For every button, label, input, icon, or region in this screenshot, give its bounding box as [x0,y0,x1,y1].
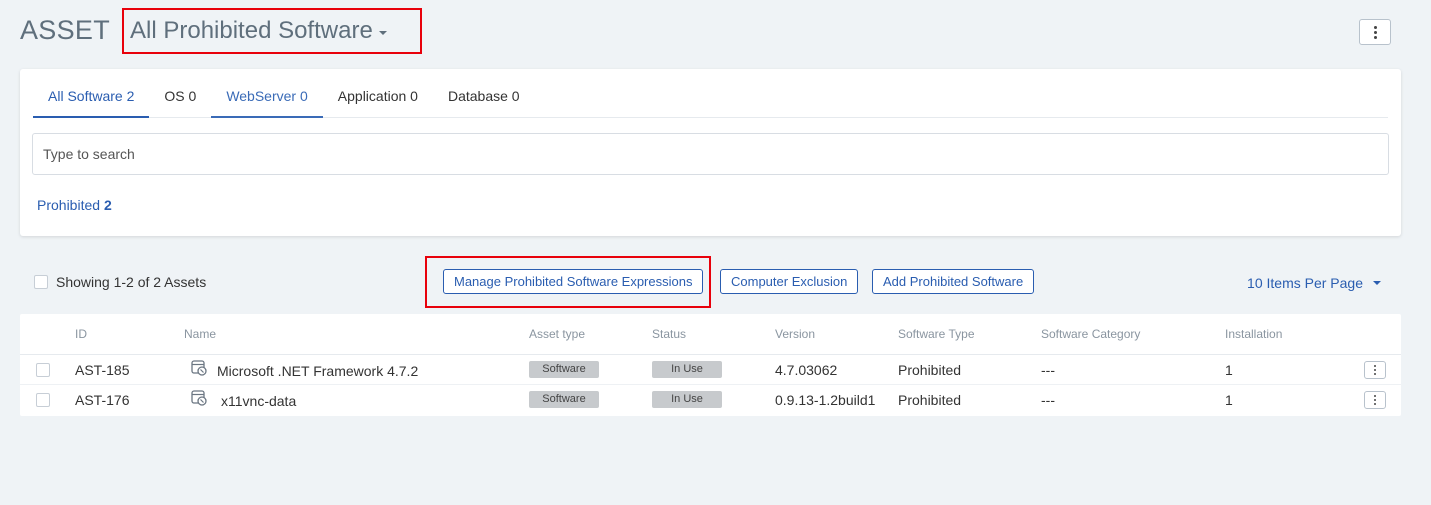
page-actions-button[interactable] [1359,19,1391,45]
tab-label: Database [447,88,508,104]
software-category: --- [1041,392,1055,408]
filter-prohibited[interactable]: Prohibited 2 [37,197,112,213]
category-tabs: All Software 2 OS 0 WebServer 0 Applicat… [33,78,1388,118]
column-header[interactable]: Version [775,327,815,341]
table-row[interactable]: AST-176 x11vnc-data Software In Use 0.9.… [20,385,1401,415]
row-actions-button[interactable] [1364,391,1386,409]
asset-id: AST-185 [75,362,130,378]
software-name[interactable]: Microsoft .NET Framework 4.7.2 [217,363,418,379]
view-selector-label: All Prohibited Software [130,17,373,44]
caret-down-icon [1373,281,1381,285]
column-header[interactable]: Software Category [1041,327,1140,341]
tab-label: Application [337,88,407,104]
column-header[interactable]: Name [184,327,216,341]
asset-type-badge: Software [529,361,599,378]
tab-label: WebServer [226,88,297,104]
tab-application[interactable]: Application 0 [323,78,433,118]
per-page-label: 10 Items Per Page [1247,275,1363,291]
software-category: --- [1041,362,1055,378]
page-title: ASSET [20,14,111,45]
filter-count: 2 [103,197,112,213]
tab-count: 0 [188,88,197,104]
tab-label: All Software [48,88,123,104]
items-per-page-dropdown[interactable]: 10 Items Per Page [1247,275,1381,291]
row-checkbox[interactable] [36,363,50,377]
column-header[interactable]: ID [75,327,87,341]
status-badge: In Use [652,361,722,378]
software-icon [191,360,207,376]
tab-database[interactable]: Database 0 [433,78,535,118]
software-name[interactable]: x11vnc-data [221,393,296,409]
select-all-checkbox[interactable] [34,275,48,289]
asset-id: AST-176 [75,392,130,408]
list-toolbar: Showing 1-2 of 2 Assets Manage Prohibite… [20,255,1401,309]
software-type: Prohibited [898,392,962,408]
tab-webserver[interactable]: WebServer 0 [211,78,323,118]
row-checkbox[interactable] [36,393,50,407]
installation-count[interactable]: 1 [1225,362,1233,378]
view-selector-dropdown[interactable]: All Prohibited Software [122,8,422,54]
tab-count: 2 [126,88,135,104]
column-header[interactable]: Status [652,327,686,341]
table-header: ID Name Asset type Status Version Softwa… [20,314,1401,355]
software-icon [191,390,207,406]
version: 0.9.13-1.2build1 [775,392,876,408]
caret-down-icon [378,31,387,35]
column-header[interactable]: Asset type [529,327,585,341]
version: 4.7.03062 [775,362,838,378]
page-header: ASSET All Prohibited Software [20,8,422,54]
column-header[interactable]: Installation [1225,327,1282,341]
select-all: Showing 1-2 of 2 Assets [34,274,206,290]
filter-card: All Software 2 OS 0 WebServer 0 Applicat… [20,69,1401,236]
search-input[interactable] [32,133,1389,175]
computer-exclusion-button[interactable]: Computer Exclusion [720,269,859,294]
tab-count: 0 [511,88,520,104]
tab-os[interactable]: OS 0 [149,78,211,118]
tab-count: 0 [410,88,418,104]
asset-table: ID Name Asset type Status Version Softwa… [20,314,1401,416]
showing-count: Showing 1-2 of 2 Assets [56,274,207,290]
status-badge: In Use [652,391,722,408]
tab-all-software[interactable]: All Software 2 [33,78,150,118]
tab-label: OS [164,88,185,104]
asset-type-badge: Software [529,391,599,408]
tab-count: 0 [299,88,308,104]
more-vertical-icon [1373,364,1377,376]
installation-count[interactable]: 1 [1225,392,1233,408]
software-type: Prohibited [898,362,962,378]
table-row[interactable]: AST-185 Microsoft .NET Framework 4.7.2 S… [20,355,1401,385]
row-actions-button[interactable] [1364,361,1386,379]
more-vertical-icon [1373,394,1377,406]
filter-label: Prohibited [37,197,101,213]
add-prohibited-software-button[interactable]: Add Prohibited Software [872,269,1035,294]
column-header[interactable]: Software Type [898,327,975,341]
manage-expressions-button[interactable]: Manage Prohibited Software Expressions [443,269,704,294]
more-vertical-icon [1373,25,1377,39]
